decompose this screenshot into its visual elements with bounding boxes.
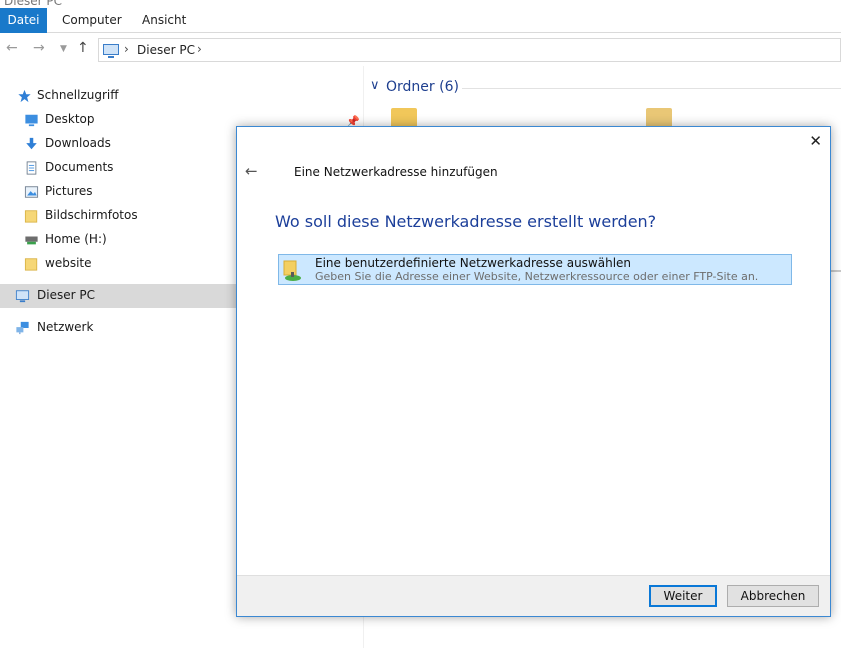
chevron-down-icon[interactable]: ∨: [370, 78, 380, 93]
back-arrow-icon[interactable]: ←: [245, 162, 258, 180]
folder-icon[interactable]: [391, 108, 417, 128]
sidebar-item-label: website: [45, 256, 92, 270]
network-icon: [16, 321, 29, 335]
breadcrumb-separator-icon[interactable]: ›: [197, 42, 202, 56]
sidebar-item-label: Schnellzugriff: [37, 88, 119, 102]
drive-icon: [25, 236, 38, 245]
folder-icon: [24, 210, 38, 223]
dialog-title: Eine Netzwerkadresse hinzufügen: [294, 165, 498, 179]
dialog-footer: Weiter Abbrechen: [237, 575, 830, 616]
breadcrumb-separator-icon[interactable]: ›: [124, 42, 129, 56]
sidebar-item-label: Documents: [45, 160, 114, 174]
desktop-icon: [25, 114, 38, 127]
folder-icon[interactable]: [646, 108, 672, 128]
window-title: Dieser PC: [4, 0, 62, 8]
navigation-bar: ← → ▼ ↑ › Dieser PC ›: [0, 34, 841, 64]
sidebar-item-label: Dieser PC: [37, 288, 95, 302]
tab-datei[interactable]: Datei: [0, 8, 47, 33]
group-divider: [462, 88, 841, 89]
next-button[interactable]: Weiter: [649, 585, 717, 607]
sidebar-item-label: Home (H:): [45, 232, 107, 246]
folders-group-title: Ordner (6): [386, 79, 459, 95]
sidebar-item-label: Downloads: [45, 136, 111, 150]
address-bar[interactable]: › Dieser PC ›: [98, 38, 841, 62]
ribbon: Datei Computer Ansicht: [0, 8, 841, 33]
network-folder-icon: [283, 260, 301, 281]
add-network-location-dialog: ✕ ← Eine Netzwerkadresse hinzufügen Wo s…: [236, 126, 831, 617]
breadcrumb-dieser-pc[interactable]: Dieser PC: [137, 43, 195, 57]
sidebar-item-schnellzugriff[interactable]: Schnellzugriff: [0, 85, 363, 107]
up-arrow-icon[interactable]: ↑: [77, 40, 89, 56]
close-icon[interactable]: ✕: [809, 131, 822, 151]
sidebar-item-label: Pictures: [45, 184, 93, 198]
tab-computer[interactable]: Computer: [52, 8, 132, 33]
star-icon: [18, 89, 31, 103]
background-progress-bar: [830, 270, 841, 272]
folder-icon: [24, 258, 38, 271]
computer-icon: [15, 290, 30, 303]
recent-locations-chevron-icon[interactable]: ▼: [60, 44, 67, 54]
sidebar-item-label: Bildschirmfotos: [45, 208, 138, 222]
back-arrow-icon[interactable]: ←: [6, 40, 18, 56]
tab-ansicht[interactable]: Ansicht: [132, 8, 196, 33]
cancel-button[interactable]: Abbrechen: [727, 585, 819, 607]
dialog-heading: Wo soll diese Netzwerkadresse erstellt w…: [275, 212, 657, 231]
forward-arrow-icon[interactable]: →: [33, 40, 45, 56]
option-title: Eine benutzerdefinierte Netzwerkadresse …: [315, 256, 632, 270]
download-icon: [26, 137, 37, 150]
option-description: Geben Sie die Adresse einer Website, Net…: [315, 270, 759, 283]
custom-network-location-option[interactable]: Eine benutzerdefinierte Netzwerkadresse …: [278, 254, 792, 285]
window-title-bar: Dieser PC: [0, 0, 841, 8]
pictures-icon: [24, 186, 39, 198]
sidebar-item-label: Netzwerk: [37, 320, 94, 334]
sidebar-item-label: Desktop: [45, 112, 95, 126]
computer-icon: [103, 44, 119, 58]
document-icon: [26, 161, 37, 175]
